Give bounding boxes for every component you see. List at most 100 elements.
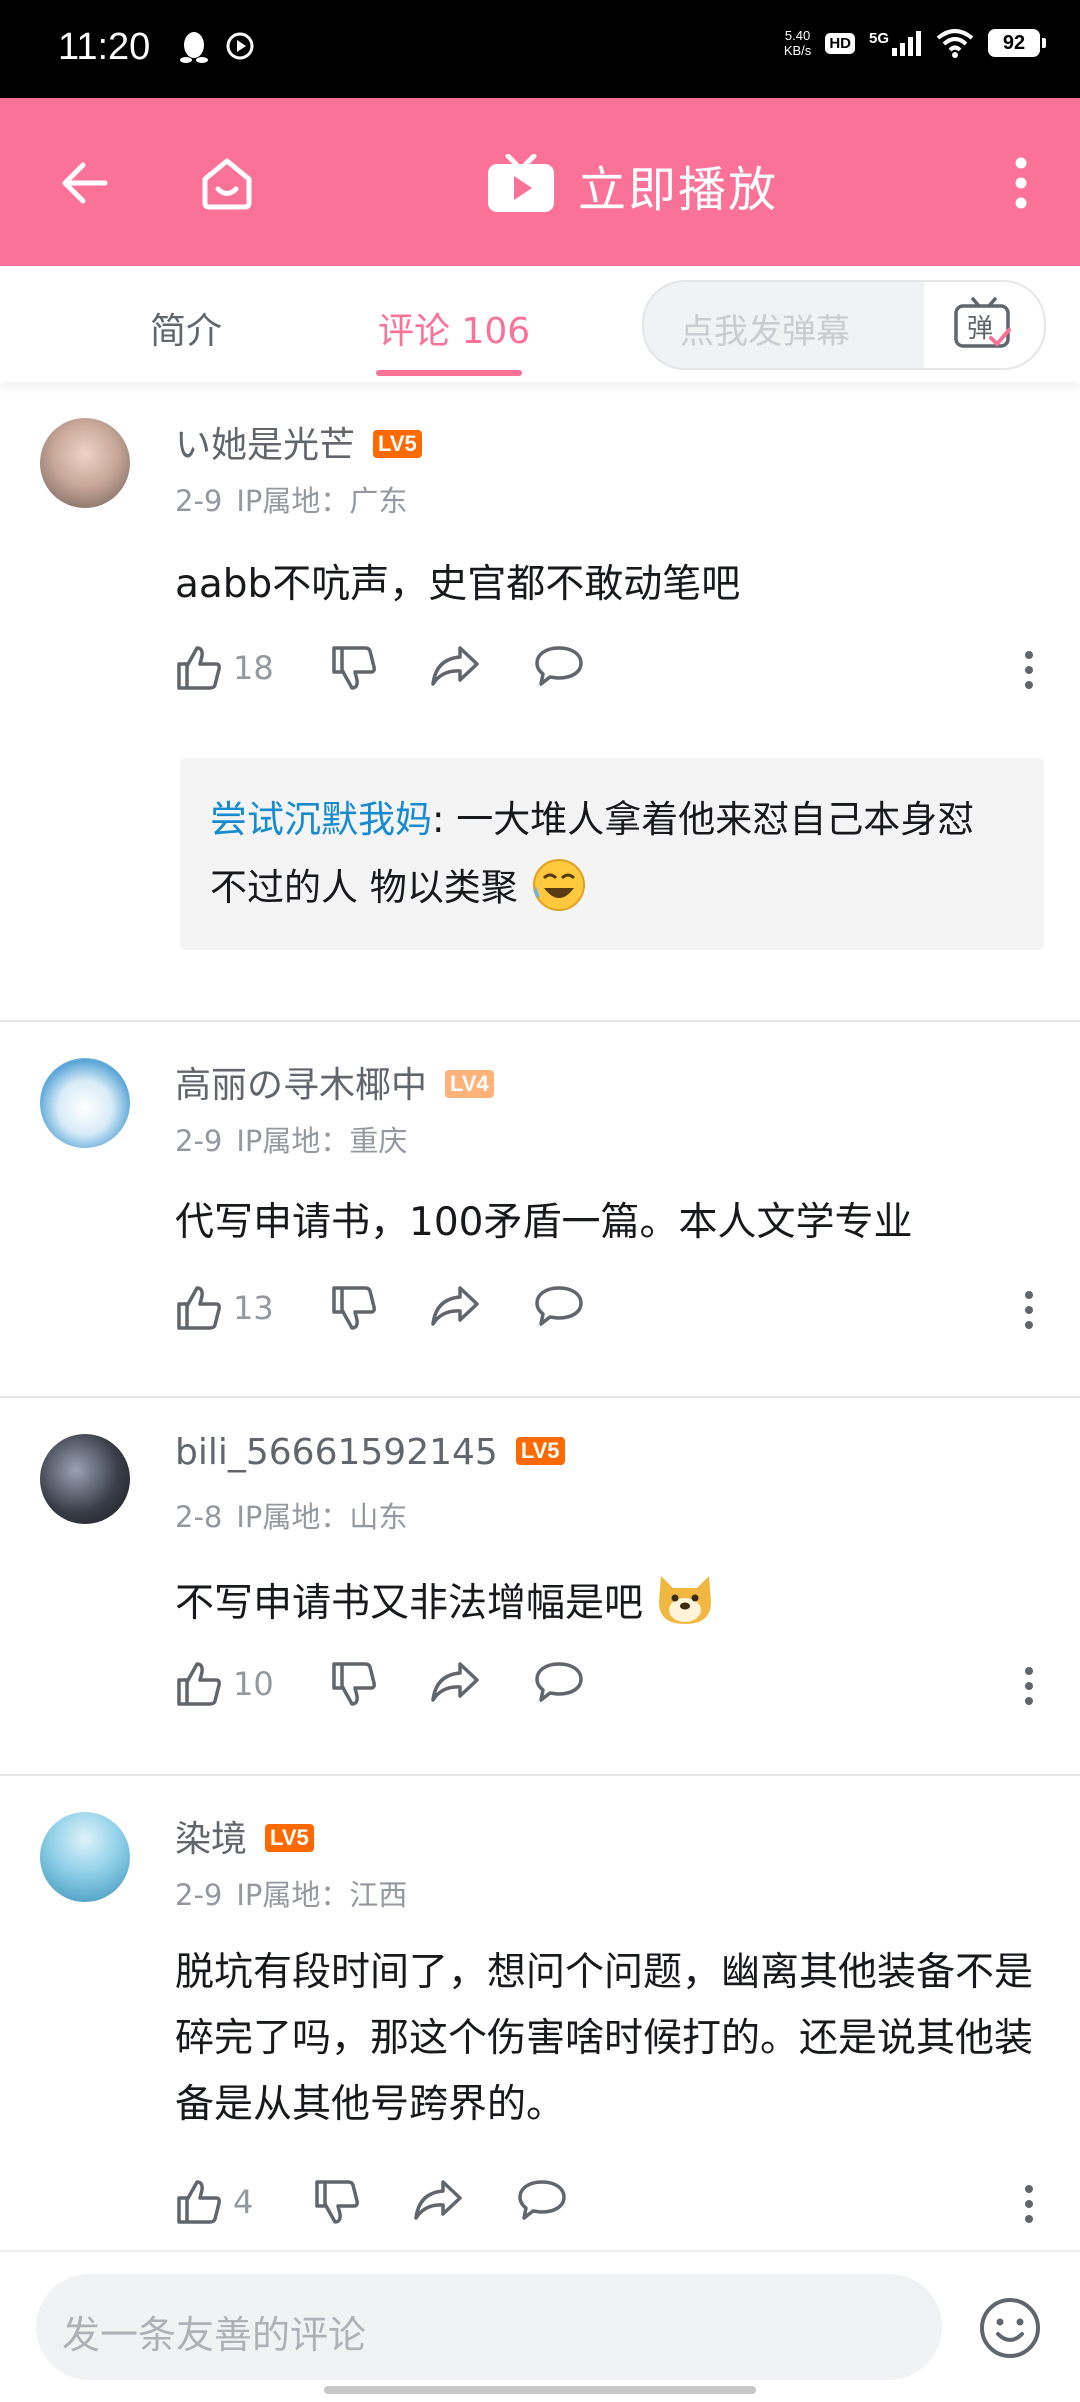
- tab-comments[interactable]: 评论 106: [378, 302, 530, 354]
- comment-text: 不写申请书又非法增幅是吧: [175, 1568, 1045, 1637]
- comment-item: bili_56661592145 LV5 2-8 IP属地：山东 不写申请书又非法增…: [0, 1398, 1080, 1776]
- comment-username[interactable]: い她是光芒 LV5: [175, 416, 422, 468]
- comment-bubble-icon: [535, 1286, 583, 1326]
- thumbs-up-icon: [177, 646, 221, 690]
- status-right: 5.40 KB/s HD 5G 92: [784, 28, 1046, 58]
- dislike-button[interactable]: [330, 1660, 378, 1708]
- reply-separator: :: [432, 798, 457, 841]
- danmaku-input[interactable]: 点我发弹幕: [680, 304, 850, 353]
- reply-button[interactable]: [516, 2178, 568, 2222]
- like-count: 13: [233, 1289, 274, 1327]
- thumbs-down-icon: [332, 1286, 376, 1330]
- net-speed: 5.40 KB/s: [784, 28, 811, 58]
- avatar[interactable]: [40, 418, 130, 508]
- comment-more-button[interactable]: [1023, 1666, 1035, 1710]
- comment-more-button[interactable]: [1023, 2184, 1035, 2228]
- thumbs-down-icon: [332, 646, 376, 690]
- reply-button[interactable]: [533, 1284, 585, 1328]
- comment-actions: 13: [175, 1284, 1035, 1344]
- comment-text-body: 不写申请书又非法增幅是吧: [175, 1581, 644, 1626]
- thumbs-up-icon: [177, 2180, 221, 2224]
- avatar[interactable]: [40, 1434, 130, 1524]
- comment-username[interactable]: 染境 LV5: [175, 1810, 314, 1862]
- share-button[interactable]: [430, 1284, 480, 1328]
- home-button[interactable]: [182, 138, 272, 228]
- status-bar: 11:20 5.40 KB/s HD 5G 92: [0, 0, 1080, 98]
- comment-more-button[interactable]: [1023, 650, 1035, 694]
- laughing-emoji-icon: [532, 859, 585, 911]
- comment-date: 2-9: [175, 1124, 223, 1158]
- share-icon: [414, 2180, 462, 2220]
- reply-preview[interactable]: 尝试沉默我妈: 一大堆人拿着他来怼自己本身怼不过的人 物以类聚: [180, 758, 1044, 950]
- comment-date: 2-9: [175, 484, 223, 518]
- tv-play-icon: [488, 154, 554, 212]
- comment-input[interactable]: 发一条友善的评论: [36, 2274, 942, 2380]
- thumbs-up-icon: [177, 1662, 221, 1706]
- dislike-button[interactable]: [313, 2178, 361, 2226]
- wifi-icon: [936, 29, 974, 58]
- comment-item: 染境 LV5 2-9 IP属地：江西 脱坑有段时间了，想问个问题，幽离其他装备不是碎…: [0, 1776, 1080, 2250]
- net-speed-value: 5.40: [784, 28, 811, 43]
- home-indicator[interactable]: [324, 2386, 756, 2394]
- like-count: 18: [233, 649, 274, 687]
- like-count: 4: [233, 2183, 254, 2221]
- like-button[interactable]: 13: [175, 1284, 274, 1332]
- play-now-button[interactable]: 立即播放: [486, 150, 778, 220]
- signal-label: 5G: [868, 30, 889, 47]
- like-count: 10: [233, 1665, 274, 1703]
- tab-intro[interactable]: 简介: [150, 302, 222, 354]
- reply-username[interactable]: 尝试沉默我妈: [210, 798, 432, 841]
- comment-compose-bar: 发一条友善的评论: [0, 2250, 1080, 2402]
- share-icon: [431, 1662, 479, 1702]
- play-now-label: 立即播放: [578, 162, 779, 218]
- thumbs-down-icon: [315, 2180, 359, 2224]
- username-text: bili_56661592145: [175, 1432, 498, 1473]
- comment-more-button[interactable]: [1023, 1290, 1035, 1334]
- danmaku-toggle-button[interactable]: 弹: [924, 282, 1044, 368]
- tab-bar: 简介 评论 106 点我发弹幕 弹: [0, 266, 1080, 382]
- emoji-button[interactable]: [978, 2296, 1042, 2364]
- username-text: 染境: [175, 1819, 248, 1860]
- username-text: い她是光芒: [175, 425, 356, 466]
- more-vertical-icon: [1025, 1291, 1033, 1329]
- share-button[interactable]: [430, 644, 480, 688]
- more-vertical-icon: [1025, 2185, 1033, 2223]
- net-speed-unit: KB/s: [783, 43, 812, 58]
- ip-location: IP属地：江西: [236, 1878, 408, 1912]
- avatar[interactable]: [40, 1058, 130, 1148]
- comment-meta: 2-8 IP属地：山东: [175, 1494, 407, 1536]
- reply-button[interactable]: [533, 1660, 585, 1704]
- comment-text: 代写申请书，100矛盾一篇。本人文学专业: [175, 1200, 913, 1245]
- battery-indicator: 92: [988, 29, 1046, 57]
- comment-text: aabb不吭声，史官都不敢动笔吧: [175, 562, 741, 607]
- dislike-button[interactable]: [330, 1284, 378, 1332]
- comment-bubble-icon: [535, 646, 583, 686]
- more-vertical-icon: [1025, 1667, 1033, 1705]
- hd-badge: HD: [825, 32, 855, 54]
- more-options-button[interactable]: [976, 138, 1066, 228]
- share-button[interactable]: [430, 1660, 480, 1704]
- status-time: 11:20: [58, 26, 151, 68]
- share-icon: [431, 646, 479, 686]
- comment-meta: 2-9 IP属地：广东: [175, 478, 407, 520]
- comment-bubble-icon: [518, 2180, 566, 2220]
- smiley-icon: [980, 2298, 1040, 2358]
- comment-meta: 2-9 IP属地：江西: [175, 1872, 407, 1914]
- danmaku-entry[interactable]: 点我发弹幕 弹: [642, 280, 1046, 370]
- share-button[interactable]: [413, 2178, 463, 2222]
- video-app-icon: [226, 32, 254, 60]
- dislike-button[interactable]: [330, 644, 378, 692]
- notification-icons: [178, 30, 256, 64]
- like-button[interactable]: 4: [175, 2178, 253, 2226]
- comment-username[interactable]: bili_56661592145 LV5: [175, 1432, 565, 1473]
- back-button[interactable]: [40, 138, 130, 228]
- level-badge: LV5: [515, 1437, 565, 1465]
- like-button[interactable]: 18: [175, 644, 274, 692]
- doge-emoji-icon: [659, 1576, 712, 1624]
- comment-username[interactable]: 高丽の寻木椰中 LV4: [175, 1056, 494, 1108]
- like-button[interactable]: 10: [175, 1660, 274, 1708]
- reply-button[interactable]: [533, 644, 585, 688]
- signal-indicator: 5G: [869, 30, 922, 56]
- comment-actions: 18: [175, 644, 1035, 704]
- avatar[interactable]: [40, 1812, 130, 1902]
